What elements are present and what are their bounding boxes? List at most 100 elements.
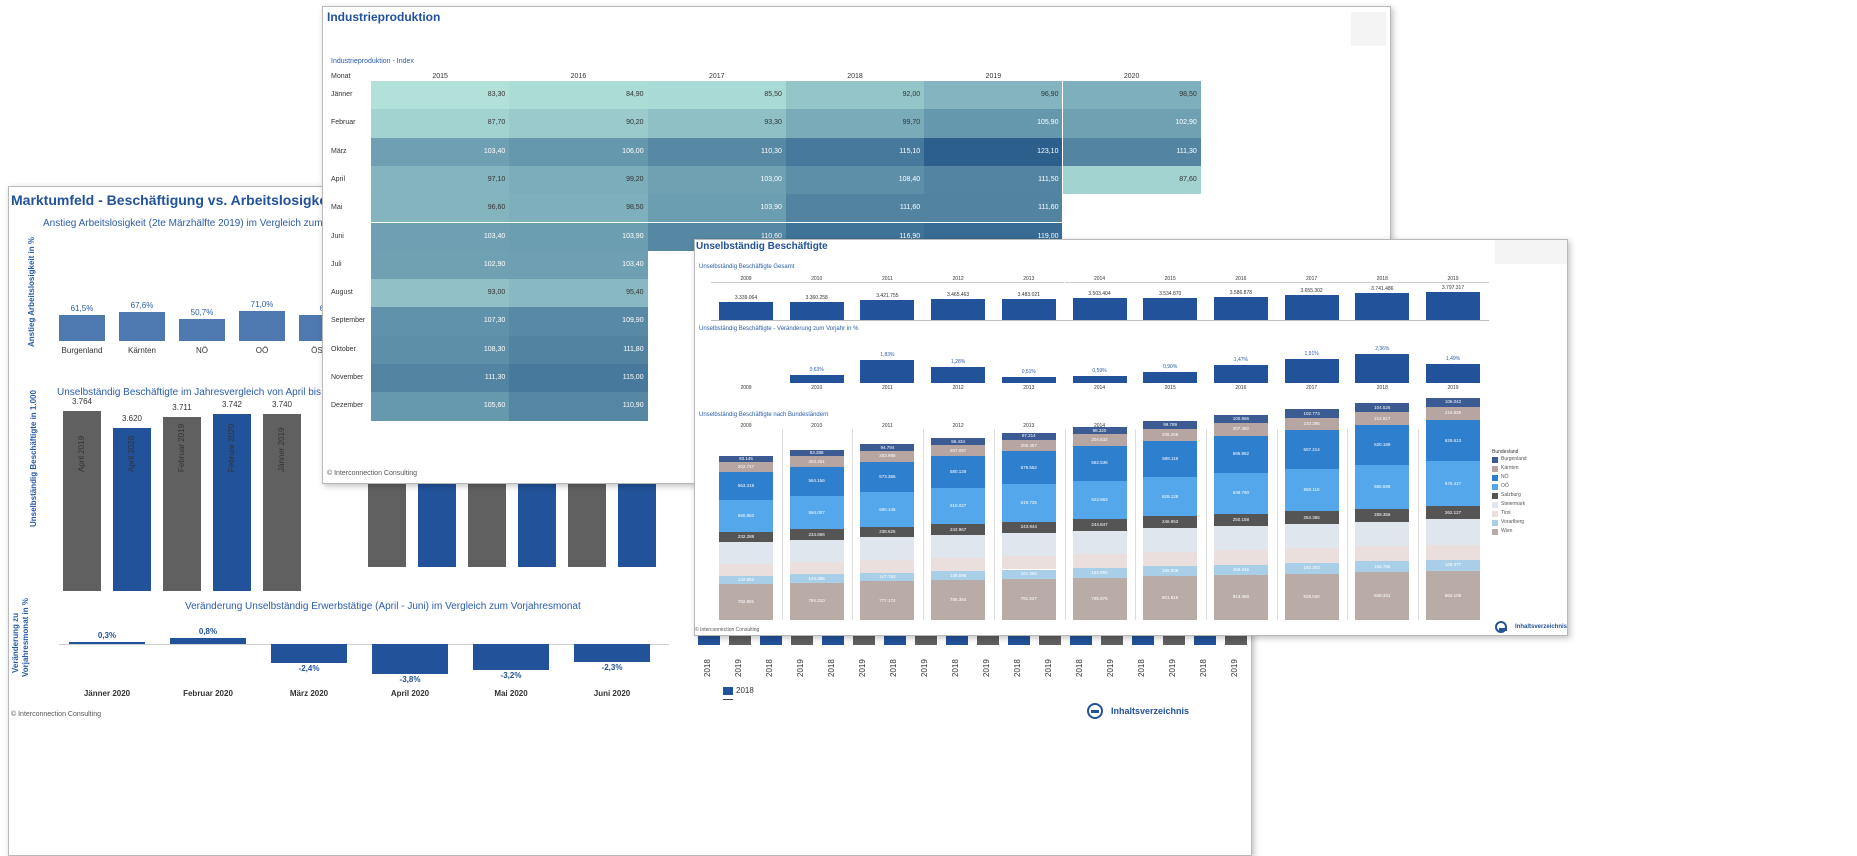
stack-segment: [1143, 552, 1198, 567]
unemployment-bar-label: 61,5%: [70, 303, 94, 313]
employment-bar-label: 3.764: [71, 397, 93, 406]
heatmap-cell: 103,00: [647, 165, 786, 195]
heatmap-cell: 105,60: [371, 392, 510, 421]
legend-swatch: [1492, 529, 1498, 535]
month-label: Juli: [331, 260, 342, 268]
stack-segment: [1284, 523, 1339, 549]
legend-line: [723, 699, 733, 700]
stack-label: 96.434: [951, 438, 965, 444]
employment-bar-label: 3.711: [172, 403, 192, 413]
legend-swatch: [1492, 475, 1498, 481]
change-bar: [1001, 376, 1056, 383]
stack-label: 638.790: [1232, 490, 1250, 496]
under-year-label: 2018: [1199, 659, 1208, 677]
total-bar-label: 3.655.302: [1300, 288, 1323, 295]
heatmap-cell: 93,00: [371, 279, 510, 308]
stack-label: 216.825: [1444, 410, 1462, 416]
employment-bar: [468, 477, 506, 567]
stack-label: 232.288: [737, 534, 755, 539]
legend-swatch: [1492, 466, 1498, 472]
employees-panel: Unselbständig Beschäftigte Unselbständig…: [694, 239, 1568, 636]
stack-segment: [1143, 528, 1198, 553]
change-bar-label: -3,2%: [500, 670, 522, 680]
stack-label: 202.747: [737, 464, 755, 469]
change-year: 2016: [1235, 385, 1247, 391]
year-divider: [1135, 282, 1206, 283]
stack-label: 207.482: [1232, 426, 1250, 432]
total-bar-label: 3.339.064: [734, 295, 758, 301]
region-year: 2013: [1023, 423, 1035, 429]
stack-label: 610.027: [949, 503, 967, 509]
chart2-ylabel: Unselbständig Beschäftigte in 1.000: [29, 390, 38, 527]
stack-label: 784.310: [808, 598, 825, 604]
stack-label: 94.794: [880, 444, 895, 450]
change-bar-label: 0,59%: [1092, 367, 1107, 374]
change-category: Februar 2020: [183, 689, 233, 698]
column-divider: [993, 429, 995, 620]
legend-swatch: [1492, 457, 1498, 463]
legend-label: Kärnten: [1501, 465, 1519, 471]
total-bar: [1355, 293, 1410, 320]
under-year-label: 2019: [1168, 659, 1177, 677]
stack-label: 203.988: [879, 453, 896, 459]
stack-label: 156.506: [1162, 568, 1179, 574]
change-category: Juni 2020: [593, 689, 631, 698]
stack-label: 262.127: [1444, 509, 1462, 515]
emp-total-chart: 2009 3.339.064 2010 3.360.258 2011 3.421.755 2…: [711, 276, 1489, 322]
stack-label: 795.976: [1091, 595, 1108, 601]
change-bar-label: -3,8%: [399, 675, 421, 685]
stack-label: 582.536: [1091, 460, 1108, 466]
under-year-label: 2019: [1106, 659, 1115, 677]
column-divider: [781, 429, 783, 620]
month-label: Dezember: [331, 402, 364, 410]
change-category: April 2020: [390, 689, 430, 698]
change-bar: [1355, 353, 1410, 383]
change-category: März 2020: [289, 689, 329, 698]
column-divider: [1347, 429, 1349, 620]
change-bar: [860, 360, 915, 383]
right-toc-link[interactable]: Inhaltsverzeichnis: [1495, 621, 1567, 633]
column-divider: [852, 429, 854, 620]
heatmap-cell: 111,80: [509, 335, 648, 364]
left-toc-link[interactable]: Inhaltsverzeichnis: [1087, 703, 1189, 719]
under-year-label: 2019: [1044, 659, 1053, 677]
column-divider: [923, 429, 925, 620]
unemployment-category: Burgenland: [61, 346, 103, 355]
stack-label: 777.174: [879, 597, 896, 603]
month-label: Jänner: [331, 91, 353, 98]
stack-label: 100.856: [1232, 416, 1250, 422]
legend-swatch: [1492, 520, 1498, 526]
month-label: Mai: [331, 204, 343, 212]
stack-segment: [1072, 554, 1127, 568]
stack-label: 801.916: [1162, 595, 1179, 601]
stack-label: 151.366: [1020, 571, 1037, 577]
total-bar: [1426, 292, 1480, 320]
legend-2018-swatch: [723, 687, 733, 695]
heatmap-cell: 102,90: [1062, 109, 1201, 138]
emp-total-title: Unselbständig Beschäftigte Gesamt: [699, 264, 795, 270]
heatmap-cell: 111,50: [924, 165, 1063, 195]
heatmap-cell: 98,50: [509, 194, 648, 223]
stack-label: 675.417: [1444, 480, 1462, 486]
heatmap-cell: 115,00: [509, 364, 648, 393]
stack-label: 144.286: [808, 575, 825, 581]
heatmap-cell: 87,60: [1062, 165, 1201, 195]
industry-subtitle: Industrieproduktion - Index: [331, 58, 414, 65]
total-bar: [860, 300, 915, 320]
left-footer: © Interconnection Consulting: [11, 711, 101, 718]
stack-label: 607.214: [1303, 446, 1320, 452]
month-label: November: [331, 374, 364, 381]
unemployment-bar: [59, 314, 105, 341]
total-bar-label: 3.360.258: [805, 294, 828, 301]
stack-label: 169.377: [1444, 562, 1462, 568]
employment-category: April 2019: [77, 435, 86, 472]
employment-bar-label: 3.740: [271, 399, 293, 409]
change-year: 2015: [1164, 385, 1176, 391]
emp-region-title: Unselbständig Beschäftigte nach Bundeslä…: [699, 412, 829, 418]
heatmap-cell: 98,50: [1062, 81, 1201, 110]
heatmap-cell: 99,20: [509, 165, 648, 195]
unemployment-bar-label: 71,0%: [250, 299, 274, 309]
chart3-ylabel-1: Veränderung zu: [11, 612, 20, 673]
change-bar-label: 1,91%: [1304, 351, 1319, 358]
emp-change-chart: 2009 0,63% 2010 1,83% 2011 1,28% 2012 0,51% 2013…: [711, 336, 1489, 392]
